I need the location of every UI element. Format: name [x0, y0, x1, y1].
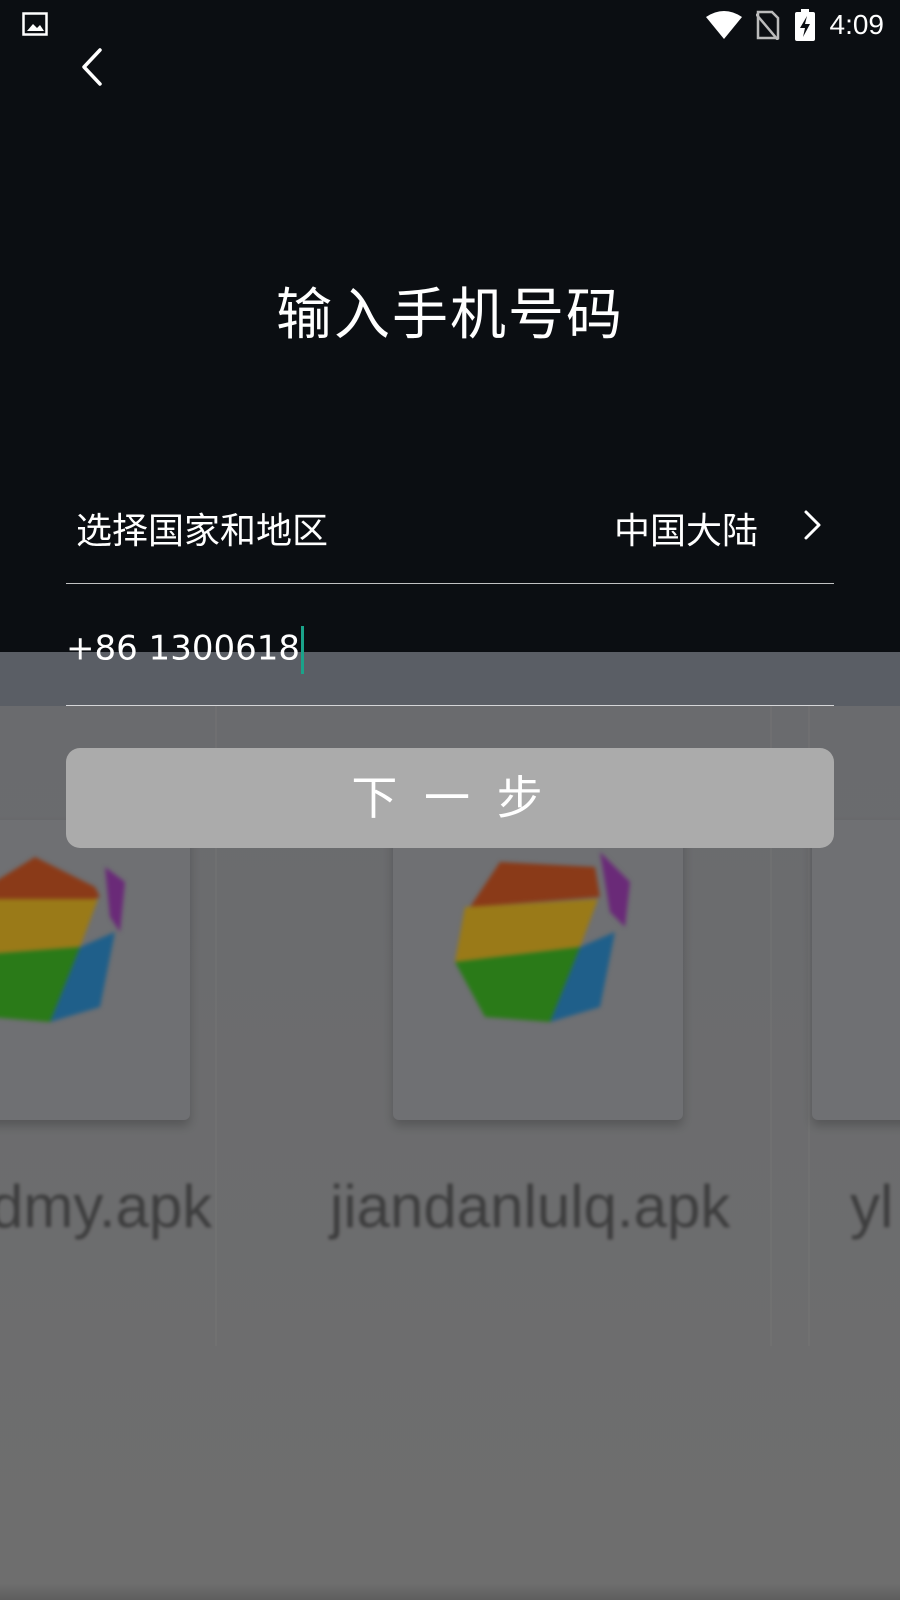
wifi-icon: [705, 11, 742, 39]
region-label: 选择国家和地区: [76, 511, 329, 552]
battery-charging-icon: [794, 9, 815, 41]
next-step-button[interactable]: 下 一 步: [66, 748, 834, 848]
background-file-name: jiandanlulq.apk: [330, 1173, 731, 1240]
no-sim-icon: [755, 10, 779, 40]
status-icons: 4:09: [705, 8, 885, 42]
next-step-label: 下 一 步: [351, 771, 549, 825]
phone-number-value: +86 1300618: [66, 628, 300, 669]
background-file-name: yl: [850, 1173, 894, 1240]
status-time: 4:09: [829, 9, 885, 40]
background-file-name: dmy.apk: [0, 1173, 213, 1240]
status-bar: 4:09: [0, 0, 900, 50]
country-region-selector[interactable]: 选择国家和地区 中国大陆: [66, 490, 834, 584]
region-value: 中国大陆: [613, 511, 758, 552]
back-button[interactable]: [70, 42, 114, 92]
background-file-card: [812, 820, 900, 1120]
page-title: 输入手机号码: [276, 283, 624, 348]
phone-number-input[interactable]: +86 1300618: [66, 626, 304, 674]
bottom-edge: [0, 1584, 900, 1600]
phone-number-field[interactable]: +86 1300618: [66, 606, 834, 706]
app-logo-icon: [0, 857, 125, 1022]
image-icon: [22, 12, 48, 36]
text-cursor: [300, 626, 304, 674]
chevron-left-icon: [82, 48, 102, 86]
app-logo-icon: [455, 852, 630, 1022]
chevron-right-icon: [804, 510, 821, 540]
